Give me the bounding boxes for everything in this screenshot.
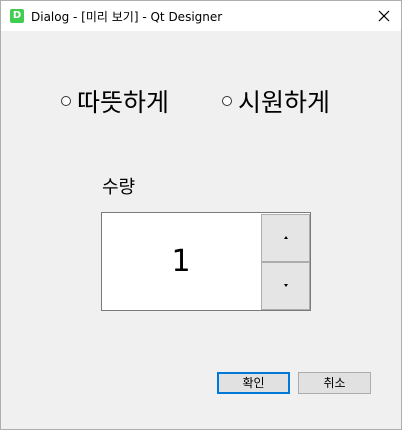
dialog-window: D Dialog - [미리 보기] - Qt Designer 따뜻하게 시원…: [0, 0, 402, 430]
radio-label: 시원하게: [238, 88, 331, 117]
title-bar[interactable]: D Dialog - [미리 보기] - Qt Designer: [1, 1, 401, 31]
radio-cool[interactable]: 시원하게: [222, 83, 330, 119]
radio-indicator[interactable]: [61, 96, 71, 106]
chevron-up-icon: [284, 236, 288, 239]
quantity-spinbox[interactable]: 1: [101, 212, 311, 311]
ok-button[interactable]: 확인: [217, 372, 290, 394]
window-title: Dialog - [미리 보기] - Qt Designer: [31, 10, 223, 24]
radio-warm[interactable]: 따뜻하게: [61, 83, 169, 119]
radio-indicator[interactable]: [222, 96, 232, 106]
spin-up-button[interactable]: [261, 214, 310, 262]
dialog-body: 따뜻하게 시원하게 수량 1 확인 취소: [1, 31, 401, 429]
close-button[interactable]: [367, 1, 401, 31]
quantity-label: 수량: [102, 177, 136, 198]
chevron-down-icon: [284, 284, 288, 287]
close-icon: [378, 10, 390, 22]
qt-designer-app-icon: D: [10, 9, 24, 23]
quantity-value[interactable]: 1: [102, 213, 260, 310]
radio-label: 따뜻하게: [77, 88, 170, 117]
cancel-button[interactable]: 취소: [298, 372, 371, 394]
spin-down-button[interactable]: [261, 262, 310, 310]
